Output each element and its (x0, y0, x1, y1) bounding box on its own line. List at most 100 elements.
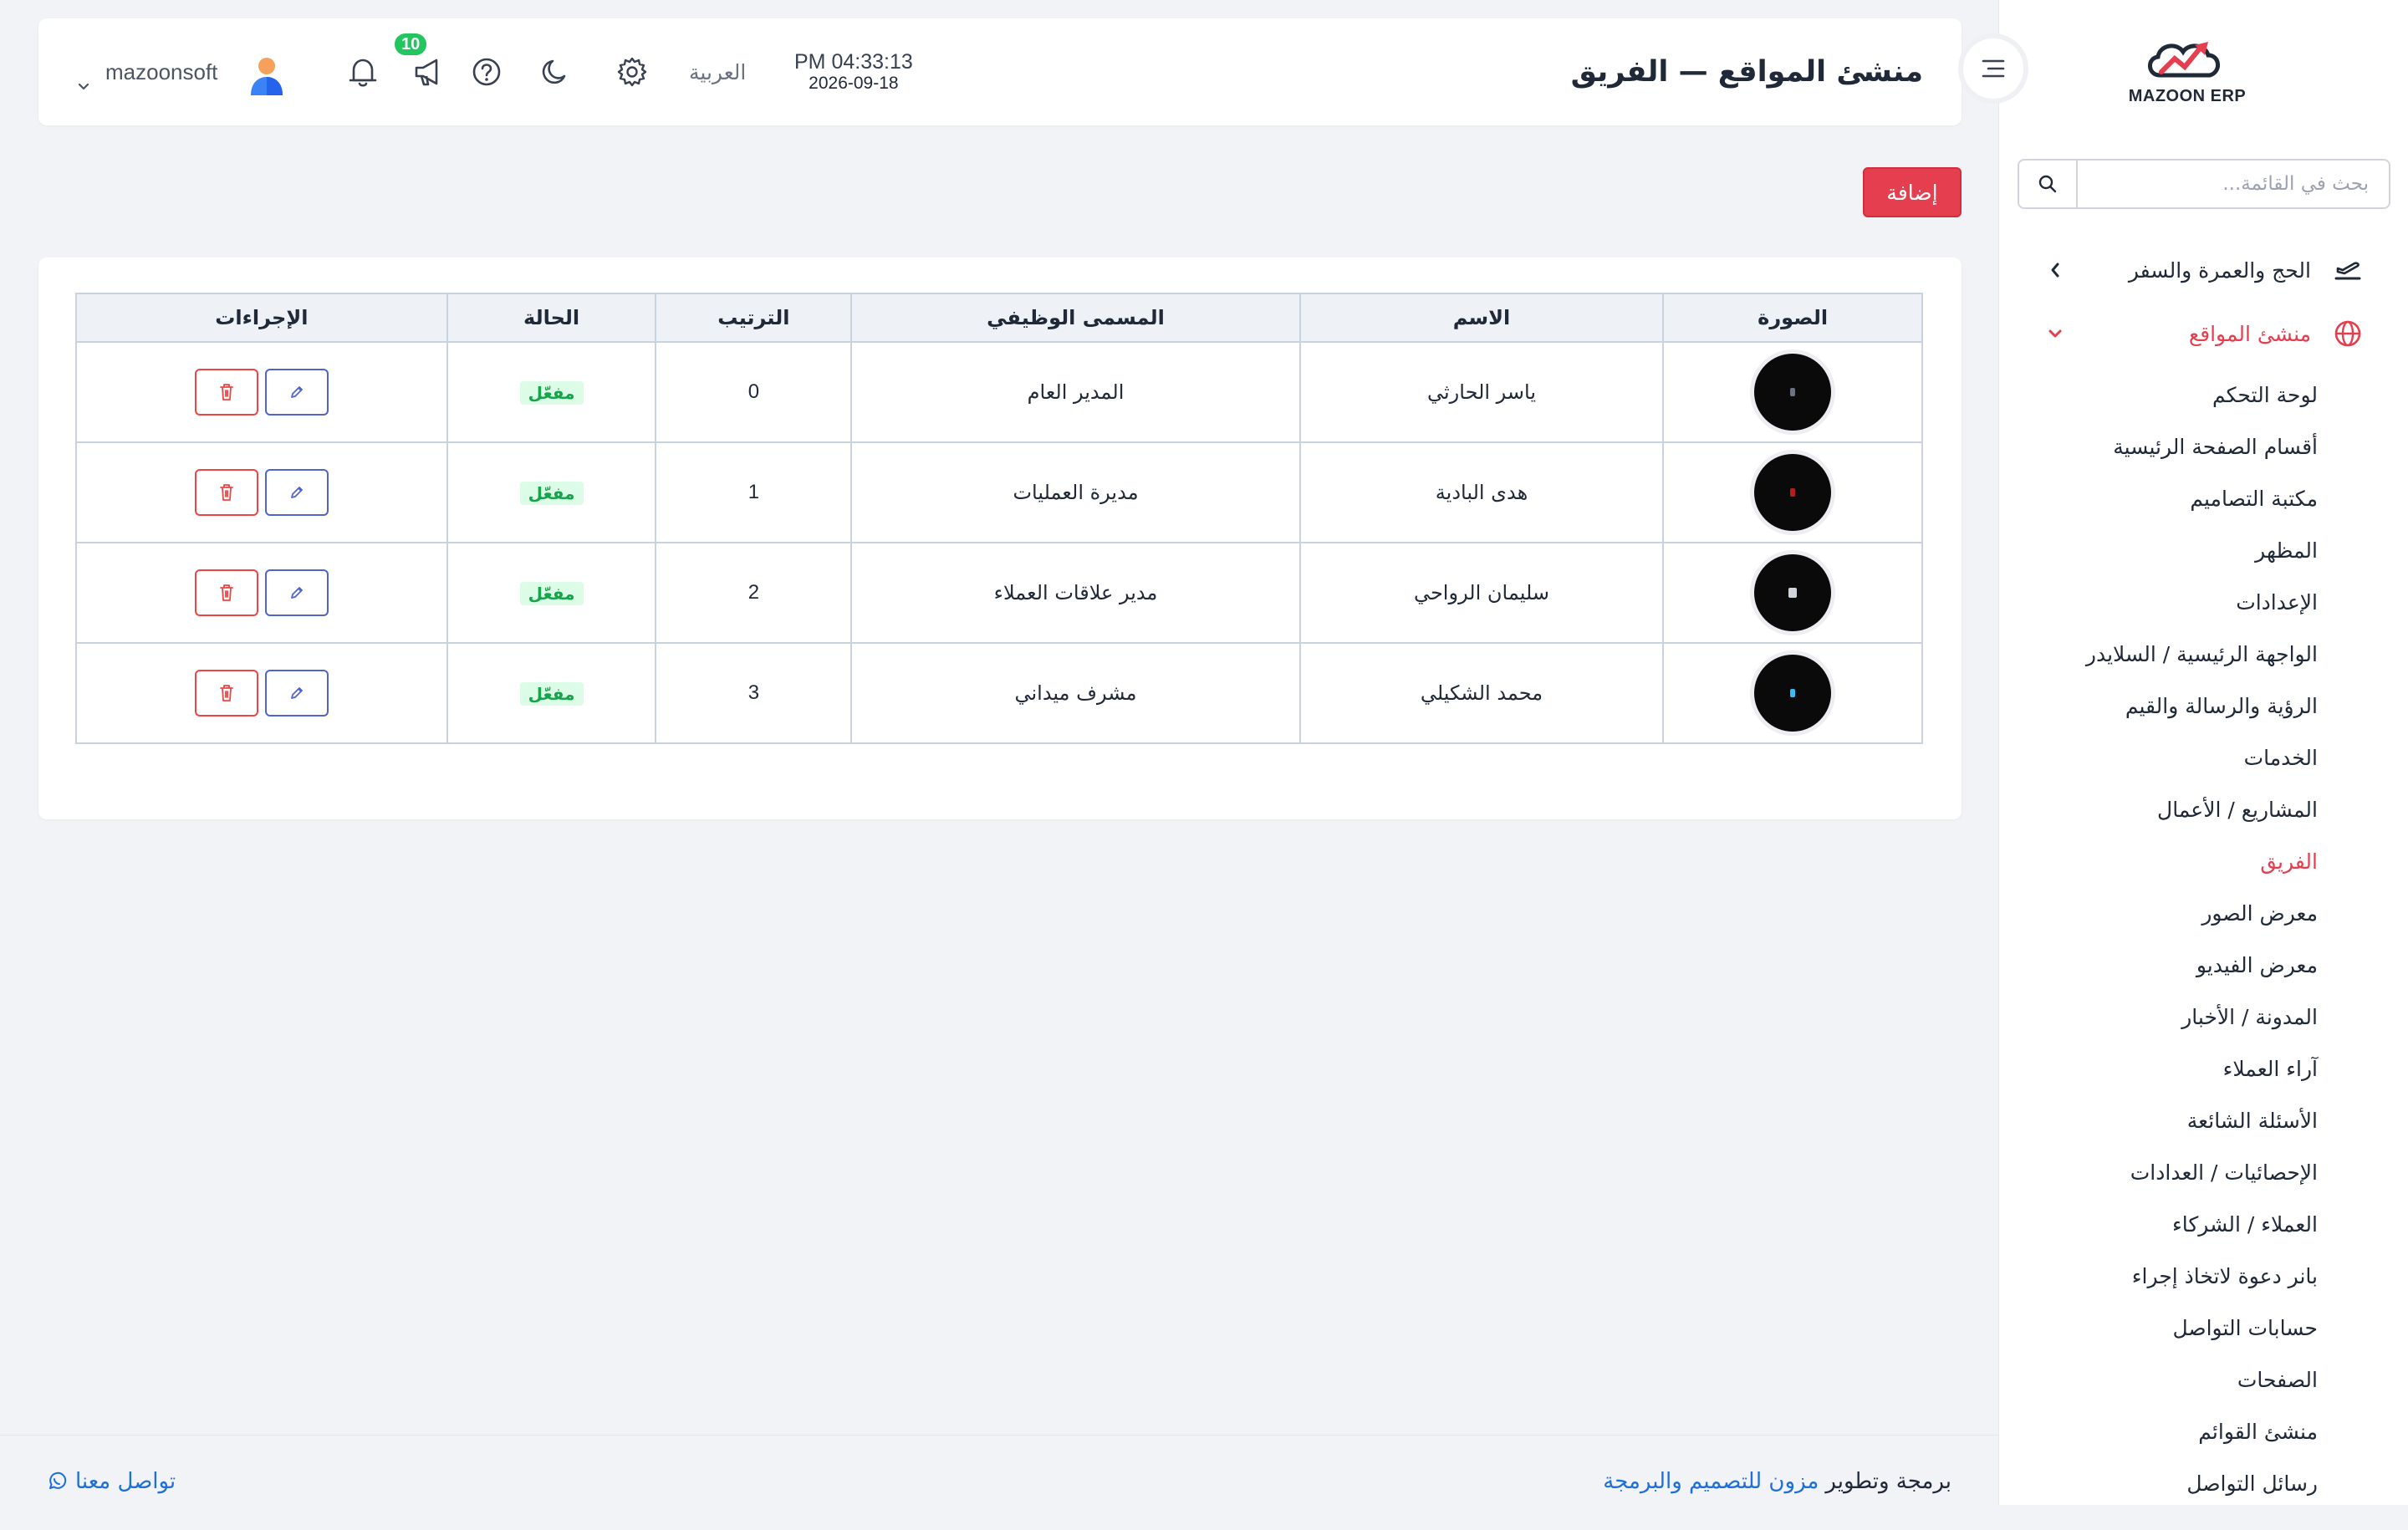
delete-button[interactable] (194, 469, 258, 516)
header-photo: الصورة (1662, 293, 1923, 343)
credit-prefix: برمجة وتطوير (1825, 1469, 1951, 1494)
status-cell: مفعّل (446, 542, 657, 644)
member-name: سليمان الرواحي (1298, 542, 1665, 644)
sidebar-item[interactable]: الأسئلة الشائعة (2086, 1095, 2318, 1147)
member-photo[interactable] (1754, 354, 1832, 431)
sidebar-toggle-button[interactable] (1958, 33, 2028, 104)
bell-icon[interactable] (344, 54, 381, 90)
user-avatar[interactable] (244, 52, 289, 97)
delete-button[interactable] (194, 670, 258, 717)
menu-search-input[interactable] (2078, 161, 2389, 207)
team-table: الصورة الاسم المسمى الوظيفي الترتيب الحا… (75, 293, 1923, 744)
sidebar-item[interactable]: أقسام الصفحة الرئيسية (2086, 421, 2318, 473)
menu-search-button[interactable] (2019, 161, 2078, 207)
sidebar-item[interactable]: معرض الصور (2086, 888, 2318, 940)
member-job: مشرف ميداني (850, 642, 1301, 744)
sidebar-item[interactable]: المدونة / الأخبار (2086, 992, 2318, 1043)
header-actions: الإجراءات (75, 293, 448, 343)
actions-cell (75, 341, 448, 443)
logo-text: MAZOON ERP (2128, 87, 2247, 105)
photo-cell (1662, 642, 1923, 744)
language-switch[interactable]: العربية (689, 18, 746, 125)
table-header-row: الصورة الاسم المسمى الوظيفي الترتيب الحا… (75, 293, 1923, 343)
sidebar-item[interactable]: بانر دعوة لاتخاذ إجراء (2086, 1251, 2318, 1303)
help-icon[interactable] (468, 54, 505, 90)
edit-button[interactable] (264, 369, 329, 416)
sidebar-group-label: الحج والعمرة والسفر (2128, 258, 2311, 283)
gear-icon[interactable] (614, 54, 650, 90)
photo-cell (1662, 542, 1923, 644)
chevron-down-icon (2043, 321, 2068, 346)
member-photo[interactable] (1754, 554, 1832, 631)
sidebar-item[interactable]: لوحة التحكم (2086, 370, 2318, 421)
status-cell: مفعّل (446, 642, 657, 744)
member-name: هدى البادية (1298, 441, 1665, 543)
trash-icon (219, 584, 233, 601)
photo-cell (1662, 441, 1923, 543)
chevron-left-icon (2043, 258, 2068, 283)
pencil-icon (290, 687, 303, 699)
megaphone-icon[interactable] (410, 54, 446, 90)
member-order: 3 (655, 642, 853, 744)
sidebar-item[interactable]: الصفحات (2086, 1354, 2318, 1406)
sidebar-group-label: منشئ المواقع (2188, 321, 2311, 346)
notifications-badge: 10 (393, 32, 429, 57)
sidebar-group-website-builder[interactable]: منشئ المواقع (2043, 308, 2365, 360)
credit-link[interactable]: مزون للتصميم والبرمجة (1603, 1469, 1819, 1494)
sidebar-group-hajj[interactable]: الحج والعمرة والسفر (2043, 244, 2365, 296)
pencil-icon (290, 587, 303, 599)
member-order: 2 (655, 542, 853, 644)
member-name: محمد الشكيلي (1298, 642, 1665, 744)
member-job: مديرة العمليات (850, 441, 1301, 543)
header-order: الترتيب (655, 293, 853, 343)
page-footer: برمجة وتطوير مزون للتصميم والبرمجة تواصل… (0, 1435, 1998, 1530)
clock-date: 2026-09-18 (809, 74, 899, 93)
edit-button[interactable] (264, 469, 329, 516)
sidebar-item[interactable]: الإعدادات (2086, 577, 2318, 629)
sidebar: MAZOON ERP الحج والعمرة والسفر (1998, 0, 2408, 1505)
table-row: محمد الشكيلي مشرف ميداني 3 مفعّل (75, 642, 1923, 744)
member-order: 0 (655, 341, 853, 443)
sidebar-item[interactable]: الواجهة الرئيسية / السلايدر (2086, 629, 2318, 681)
sidebar-item[interactable]: المشاريع / الأعمال (2086, 784, 2318, 836)
delete-button[interactable] (194, 569, 258, 616)
status-badge: مفعّل (519, 481, 584, 505)
sidebar-item-team[interactable]: الفريق (2086, 836, 2318, 888)
sidebar-item[interactable]: حسابات التواصل (2086, 1303, 2318, 1354)
trash-icon (219, 484, 233, 501)
member-order: 1 (655, 441, 853, 543)
header-job-title: المسمى الوظيفي (850, 293, 1301, 343)
member-photo[interactable] (1754, 655, 1832, 732)
sidebar-item[interactable]: رسائل التواصل (2086, 1458, 2318, 1505)
sidebar-item[interactable]: العملاء / الشركاء (2086, 1199, 2318, 1251)
sidebar-submenu: لوحة التحكم أقسام الصفحة الرئيسية مكتبة … (2086, 370, 2318, 1505)
sidebar-item[interactable]: منشئ القوائم (2086, 1406, 2318, 1458)
globe-icon (2331, 317, 2365, 350)
add-team-member-button[interactable]: إضافة (1863, 167, 1962, 217)
brand-logo[interactable]: MAZOON ERP (2125, 33, 2250, 117)
sidebar-item[interactable]: مكتبة التصاميم (2086, 473, 2318, 525)
edit-button[interactable] (264, 569, 329, 616)
sidebar-item[interactable]: المظهر (2086, 525, 2318, 577)
member-job: المدير العام (850, 341, 1301, 443)
dark-mode-moon-icon[interactable] (537, 54, 574, 90)
header-name: الاسم (1298, 293, 1665, 343)
sidebar-item[interactable]: آراء العملاء (2086, 1043, 2318, 1095)
trash-icon (219, 685, 233, 701)
chevron-down-icon[interactable] (77, 82, 90, 92)
status-cell: مفعّل (446, 441, 657, 543)
header-clock: PM 04:33:13 2026-09-18 (794, 50, 913, 94)
edit-button[interactable] (264, 670, 329, 717)
contact-us-link[interactable]: تواصل معنا (47, 1469, 176, 1494)
sidebar-item[interactable]: الرؤية والرسالة والقيم (2086, 681, 2318, 732)
contact-label: تواصل معنا (75, 1469, 176, 1494)
user-name[interactable]: mazoonsoft (105, 18, 217, 125)
trash-icon (219, 384, 233, 400)
sidebar-item[interactable]: معرض الفيديو (2086, 940, 2318, 992)
sidebar-item[interactable]: الإحصائيات / العدادات (2086, 1147, 2318, 1199)
sidebar-item[interactable]: الخدمات (2086, 732, 2318, 784)
member-photo[interactable] (1754, 454, 1832, 531)
page-title: منشئ المواقع — الفريق (1570, 55, 1923, 89)
member-job: مدير علاقات العملاء (850, 542, 1301, 644)
delete-button[interactable] (194, 369, 258, 416)
